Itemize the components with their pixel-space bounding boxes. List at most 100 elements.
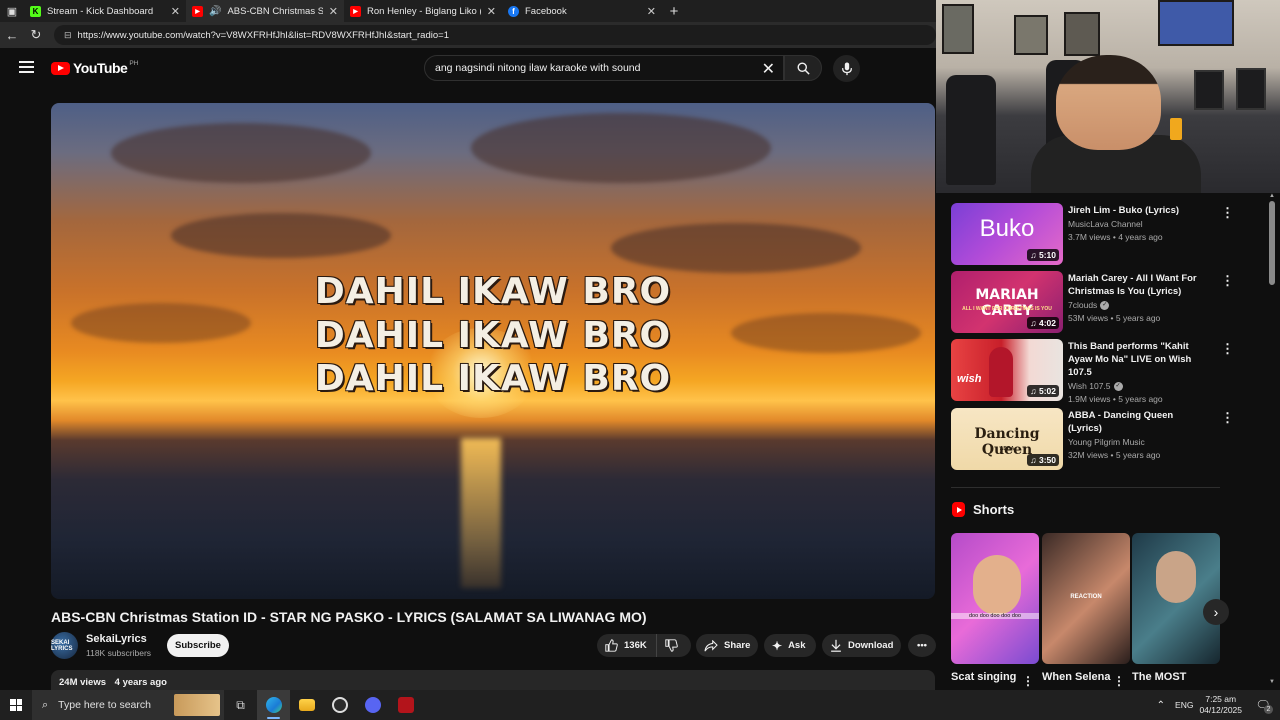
more-vertical-icon[interactable]: ⋮ bbox=[1221, 410, 1234, 426]
related-video-title[interactable]: ABBA - Dancing Queen (Lyrics) bbox=[1068, 409, 1208, 435]
channel-name[interactable]: SekaiLyrics bbox=[86, 633, 147, 645]
sidebar-scrollbar[interactable]: ▲ ▼ bbox=[1268, 193, 1276, 690]
related-channel[interactable]: 7clouds ✓ bbox=[1068, 300, 1208, 311]
short-title[interactable]: Scat singing with the bbox=[951, 670, 1021, 684]
related-video-card[interactable]: wish ♫ 5:02 This Band performs "Kahit Ay… bbox=[951, 339, 1234, 404]
more-actions-button[interactable]: ••• bbox=[908, 634, 936, 657]
dislike-button[interactable] bbox=[657, 639, 686, 652]
related-video-title[interactable]: This Band performs "Kahit Ayaw Mo Na" LI… bbox=[1068, 340, 1208, 379]
more-vertical-icon[interactable]: ⋮ bbox=[1022, 674, 1034, 688]
site-info-icon[interactable]: ⊟ bbox=[64, 30, 72, 41]
discord-taskbar-button[interactable] bbox=[356, 690, 389, 720]
app-taskbar-button[interactable] bbox=[389, 690, 422, 720]
voice-search-button[interactable] bbox=[833, 55, 860, 82]
search-highlight-image bbox=[174, 694, 220, 716]
duration-badge: ♫ 5:10 bbox=[1027, 249, 1059, 261]
duration-badge: ♫ 3:50 bbox=[1027, 454, 1059, 466]
close-tab-icon[interactable]: ✕ bbox=[171, 5, 180, 18]
related-video-card[interactable]: Buko ♫ 5:10 Jireh Lim - Buko (Lyrics) Mu… bbox=[951, 203, 1234, 265]
scroll-up-icon[interactable]: ▲ bbox=[1268, 193, 1276, 199]
video-thumbnail[interactable]: wish ♫ 5:02 bbox=[951, 339, 1063, 401]
clock[interactable]: 7:25 am 04/12/2025 bbox=[1199, 694, 1242, 716]
chevron-right-icon: › bbox=[1213, 604, 1219, 620]
related-channel[interactable]: MusicLava Channel bbox=[1068, 219, 1208, 229]
search-icon bbox=[797, 62, 810, 75]
more-vertical-icon[interactable]: ⋮ bbox=[1221, 273, 1234, 289]
more-vertical-icon[interactable]: ⋮ bbox=[1113, 674, 1125, 688]
tab-ron-henley[interactable]: ▶ Ron Henley - Biglang Liko (Lyrics) ✕ bbox=[344, 0, 502, 22]
short-title[interactable]: When Selena had to bbox=[1042, 670, 1112, 684]
taskbar-search[interactable]: ⌕ Type here to search bbox=[32, 690, 224, 720]
upload-age: 4 years ago bbox=[114, 677, 167, 688]
windows-icon bbox=[10, 699, 22, 711]
microphone-icon bbox=[841, 61, 852, 75]
url-field[interactable]: ⊟ https://www.youtube.com/watch?v=V8WXFR… bbox=[54, 25, 936, 45]
kick-icon: K bbox=[30, 5, 41, 17]
windows-taskbar: ⌕ Type here to search ⧉ ⌃ ENG 7:25 am 04… bbox=[0, 690, 1280, 720]
notification-center-button[interactable]: 🗨 2 bbox=[1252, 694, 1274, 716]
search-input[interactable]: ang nagsindi nitong ilaw karaoke with so… bbox=[424, 55, 784, 81]
short-title[interactable]: The MOST Suspicious bbox=[1132, 670, 1202, 684]
video-player[interactable]: DAHIL IKAW BRO DAHIL IKAW BRO DAHIL IKAW… bbox=[51, 103, 935, 599]
task-view-icon: ⧉ bbox=[236, 697, 245, 712]
youtube-icon: ▶ bbox=[192, 5, 203, 17]
short-thumbnail[interactable]: REACTION bbox=[1042, 533, 1130, 664]
video-title: ABS-CBN Christmas Station ID - STAR NG P… bbox=[51, 609, 647, 625]
new-tab-button[interactable]: + bbox=[662, 0, 686, 22]
language-indicator[interactable]: ENG bbox=[1175, 700, 1193, 710]
tab-facebook[interactable]: f Facebook ✕ bbox=[502, 0, 662, 22]
youtube-header: YouTube PH ang nagsindi nitong ilaw kara… bbox=[0, 48, 936, 90]
file-explorer-button[interactable] bbox=[290, 690, 323, 720]
close-tab-icon[interactable]: ✕ bbox=[329, 5, 338, 18]
video-thumbnail[interactable]: Dancing Queen ABBA ♫ 3:50 bbox=[951, 408, 1063, 470]
chevron-up-icon[interactable]: ⌃ bbox=[1157, 700, 1165, 711]
close-tab-icon[interactable]: ✕ bbox=[647, 5, 656, 18]
view-count: 24M views bbox=[59, 677, 106, 688]
search-button[interactable] bbox=[784, 55, 822, 81]
related-meta: 3.7M views • 4 years ago bbox=[1068, 232, 1163, 242]
share-button[interactable]: Share bbox=[696, 634, 758, 657]
tab-abs-cbn[interactable]: ▶ 🔊 ABS-CBN Christmas Station I ✕ bbox=[186, 0, 344, 22]
back-button[interactable]: ← bbox=[0, 22, 24, 48]
hamburger-menu-icon[interactable] bbox=[19, 61, 34, 73]
channel-avatar[interactable]: SEKAI LYRICS bbox=[51, 632, 78, 659]
edge-taskbar-button[interactable] bbox=[257, 690, 290, 720]
related-video-title[interactable]: Mariah Carey - All I Want For Christmas … bbox=[1068, 272, 1208, 298]
search-icon: ⌕ bbox=[42, 698, 49, 711]
screen: ▣ K Stream - Kick Dashboard ✕ ▶ 🔊 ABS-CB… bbox=[0, 0, 1280, 720]
shorts-next-button[interactable]: › bbox=[1203, 599, 1229, 625]
download-button[interactable]: Download bbox=[822, 634, 901, 657]
task-view-button[interactable]: ⧉ bbox=[224, 690, 257, 720]
more-vertical-icon[interactable]: ⋮ bbox=[1221, 341, 1234, 357]
clear-search-icon[interactable]: ✕ bbox=[762, 59, 775, 79]
facebook-icon: f bbox=[508, 5, 519, 17]
system-tray: ⌃ ENG 7:25 am 04/12/2025 🗨 2 bbox=[1157, 690, 1280, 720]
related-channel[interactable]: Wish 107.5 ✓ bbox=[1068, 381, 1208, 392]
scroll-down-icon[interactable]: ▼ bbox=[1268, 679, 1276, 685]
short-thumbnail[interactable] bbox=[1132, 533, 1220, 664]
youtube-play-icon bbox=[51, 61, 70, 75]
subscribe-button[interactable]: Subscribe bbox=[167, 634, 229, 657]
video-thumbnail[interactable]: Buko ♫ 5:10 bbox=[951, 203, 1063, 265]
youtube-icon: ▶ bbox=[350, 5, 361, 17]
related-meta: 32M views • 5 years ago bbox=[1068, 450, 1161, 460]
speaker-icon[interactable]: 🔊 bbox=[209, 6, 221, 17]
ask-button[interactable]: ✦ Ask bbox=[764, 634, 816, 657]
related-video-card[interactable]: Dancing Queen ABBA ♫ 3:50 ABBA - Dancing… bbox=[951, 408, 1234, 470]
tab-actions-icon[interactable]: ▣ bbox=[0, 0, 24, 22]
video-thumbnail[interactable]: MARIAH CAREY ALL I WANT FOR CHRISTMAS IS… bbox=[951, 271, 1063, 333]
short-thumbnail[interactable]: doo doo doo doo doo bbox=[951, 533, 1039, 664]
tab-kick-dashboard[interactable]: K Stream - Kick Dashboard ✕ bbox=[24, 0, 186, 22]
more-vertical-icon[interactable]: ⋮ bbox=[1221, 205, 1234, 221]
related-channel[interactable]: Young Pilgrim Music bbox=[1068, 437, 1208, 447]
related-video-title[interactable]: Jireh Lim - Buko (Lyrics) bbox=[1068, 204, 1208, 217]
verified-icon: ✓ bbox=[1100, 301, 1110, 311]
start-button[interactable] bbox=[0, 690, 32, 720]
related-video-card[interactable]: MARIAH CAREY ALL I WANT FOR CHRISTMAS IS… bbox=[951, 271, 1234, 333]
close-tab-icon[interactable]: ✕ bbox=[487, 5, 496, 18]
like-button[interactable]: 136K bbox=[597, 634, 657, 657]
reload-button[interactable]: ↻ bbox=[24, 22, 48, 48]
folder-icon bbox=[298, 699, 315, 711]
obs-taskbar-button[interactable] bbox=[323, 690, 356, 720]
youtube-logo[interactable]: YouTube PH bbox=[51, 60, 138, 76]
